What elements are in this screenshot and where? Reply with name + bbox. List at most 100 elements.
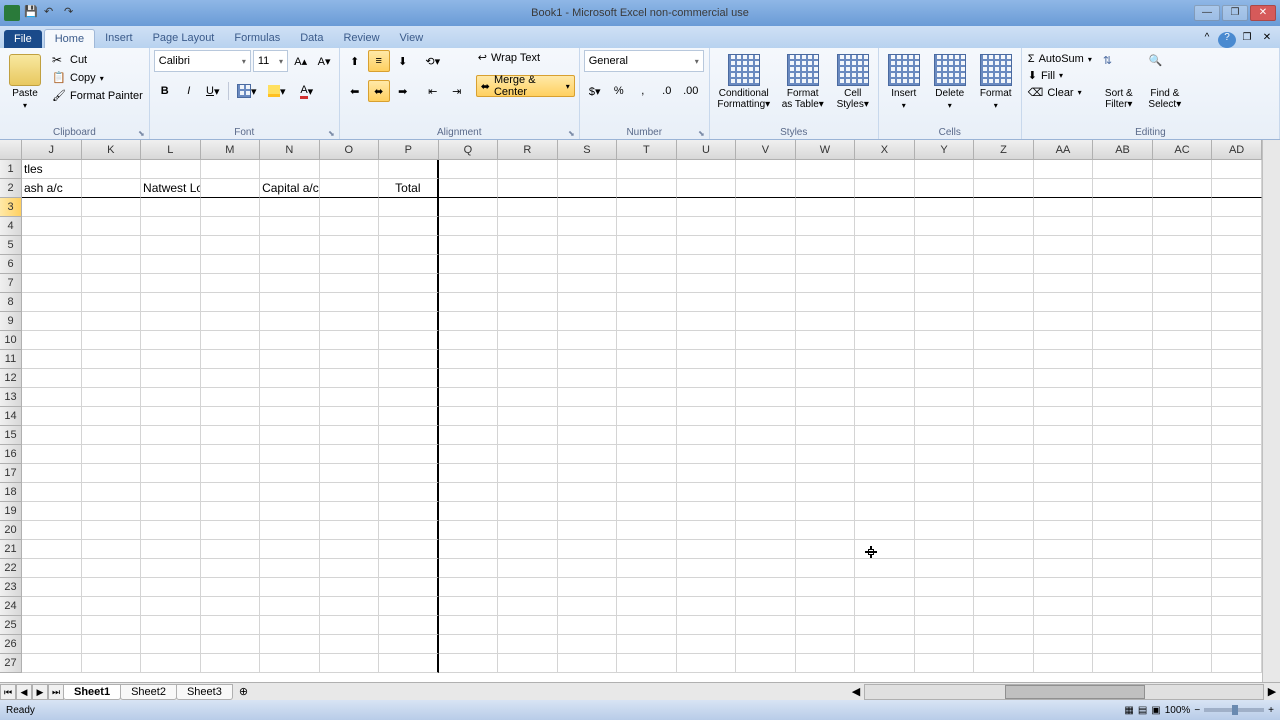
number-launcher[interactable]: ⬊ xyxy=(698,129,705,138)
cell-Z13[interactable] xyxy=(974,388,1034,407)
cell-P14[interactable] xyxy=(379,407,439,426)
cell-X13[interactable] xyxy=(855,388,915,407)
cell-T2[interactable] xyxy=(617,179,677,198)
cell-J12[interactable] xyxy=(22,369,82,388)
cell-L21[interactable] xyxy=(141,540,201,559)
cell-AA13[interactable] xyxy=(1034,388,1094,407)
cell-S22[interactable] xyxy=(558,559,618,578)
cell-U21[interactable] xyxy=(677,540,737,559)
cell-O3[interactable] xyxy=(320,198,380,217)
cell-Y11[interactable] xyxy=(915,350,975,369)
cell-M13[interactable] xyxy=(201,388,261,407)
cell-O23[interactable] xyxy=(320,578,380,597)
cell-N2[interactable]: Capital a/c xyxy=(260,179,320,198)
cell-R18[interactable] xyxy=(498,483,558,502)
cell-W9[interactable] xyxy=(796,312,856,331)
cell-L5[interactable] xyxy=(141,236,201,255)
row-header-12[interactable]: 12 xyxy=(0,369,22,388)
cell-M3[interactable] xyxy=(201,198,261,217)
cell-Y15[interactable] xyxy=(915,426,975,445)
cell-AD2[interactable] xyxy=(1212,179,1262,198)
cell-T17[interactable] xyxy=(617,464,677,483)
first-sheet-button[interactable]: ⏮ xyxy=(0,684,16,700)
select-all-button[interactable] xyxy=(0,140,22,160)
window-close-icon[interactable]: ✕ xyxy=(1258,32,1276,48)
cell-X22[interactable] xyxy=(855,559,915,578)
cell-O11[interactable] xyxy=(320,350,380,369)
cell-P15[interactable] xyxy=(379,426,439,445)
cell-O17[interactable] xyxy=(320,464,380,483)
cell-S5[interactable] xyxy=(558,236,618,255)
cell-R14[interactable] xyxy=(498,407,558,426)
cell-W4[interactable] xyxy=(796,217,856,236)
cell-W13[interactable] xyxy=(796,388,856,407)
cell-U12[interactable] xyxy=(677,369,737,388)
col-header-N[interactable]: N xyxy=(260,140,320,160)
cell-N18[interactable] xyxy=(260,483,320,502)
cell-L17[interactable] xyxy=(141,464,201,483)
paste-button[interactable]: Paste ▾ xyxy=(4,50,46,114)
cell-M21[interactable] xyxy=(201,540,261,559)
cell-S4[interactable] xyxy=(558,217,618,236)
cell-AD27[interactable] xyxy=(1212,654,1262,673)
cell-AA2[interactable] xyxy=(1034,179,1094,198)
cell-V7[interactable] xyxy=(736,274,796,293)
cell-O13[interactable] xyxy=(320,388,380,407)
cell-N12[interactable] xyxy=(260,369,320,388)
cell-T15[interactable] xyxy=(617,426,677,445)
cell-W12[interactable] xyxy=(796,369,856,388)
cell-Y26[interactable] xyxy=(915,635,975,654)
cell-S6[interactable] xyxy=(558,255,618,274)
cell-AD14[interactable] xyxy=(1212,407,1262,426)
cell-AA15[interactable] xyxy=(1034,426,1094,445)
cell-R12[interactable] xyxy=(498,369,558,388)
cell-S2[interactable] xyxy=(558,179,618,198)
cell-R1[interactable] xyxy=(498,160,558,179)
cell-Q22[interactable] xyxy=(439,559,499,578)
cell-AD16[interactable] xyxy=(1212,445,1262,464)
cell-K7[interactable] xyxy=(82,274,142,293)
cell-T3[interactable] xyxy=(617,198,677,217)
cell-X14[interactable] xyxy=(855,407,915,426)
zoom-out-button[interactable]: − xyxy=(1194,705,1200,716)
cell-P1[interactable] xyxy=(379,160,439,179)
cell-K14[interactable] xyxy=(82,407,142,426)
cell-R23[interactable] xyxy=(498,578,558,597)
cell-Q6[interactable] xyxy=(439,255,499,274)
cell-S16[interactable] xyxy=(558,445,618,464)
cell-AD12[interactable] xyxy=(1212,369,1262,388)
cell-L26[interactable] xyxy=(141,635,201,654)
cell-AB25[interactable] xyxy=(1093,616,1153,635)
format-as-table-button[interactable]: Formatas Table▾ xyxy=(778,50,828,114)
cell-W16[interactable] xyxy=(796,445,856,464)
cell-V14[interactable] xyxy=(736,407,796,426)
cell-O9[interactable] xyxy=(320,312,380,331)
bold-button[interactable]: B xyxy=(154,80,176,102)
cell-P13[interactable] xyxy=(379,388,439,407)
conditional-formatting-button[interactable]: ConditionalFormatting▾ xyxy=(714,50,774,114)
shrink-font-button[interactable]: A▾ xyxy=(313,50,334,72)
cell-AD17[interactable] xyxy=(1212,464,1262,483)
cut-button[interactable]: Cut xyxy=(50,52,145,68)
cell-V18[interactable] xyxy=(736,483,796,502)
cell-W27[interactable] xyxy=(796,654,856,673)
cell-O19[interactable] xyxy=(320,502,380,521)
cell-AD4[interactable] xyxy=(1212,217,1262,236)
cell-AB5[interactable] xyxy=(1093,236,1153,255)
cell-AC20[interactable] xyxy=(1153,521,1213,540)
cell-N23[interactable] xyxy=(260,578,320,597)
tab-data[interactable]: Data xyxy=(290,29,333,48)
cell-AC27[interactable] xyxy=(1153,654,1213,673)
cell-M17[interactable] xyxy=(201,464,261,483)
cell-J11[interactable] xyxy=(22,350,82,369)
cell-N26[interactable] xyxy=(260,635,320,654)
align-middle-button[interactable]: ≡ xyxy=(368,50,390,72)
clipboard-launcher[interactable]: ⬊ xyxy=(138,129,145,138)
currency-button[interactable]: $▾ xyxy=(584,80,606,102)
cell-Y10[interactable] xyxy=(915,331,975,350)
cell-U23[interactable] xyxy=(677,578,737,597)
cell-T24[interactable] xyxy=(617,597,677,616)
insert-cells-button[interactable]: Insert▾ xyxy=(883,50,925,114)
cell-J21[interactable] xyxy=(22,540,82,559)
row-header-27[interactable]: 27 xyxy=(0,654,22,673)
